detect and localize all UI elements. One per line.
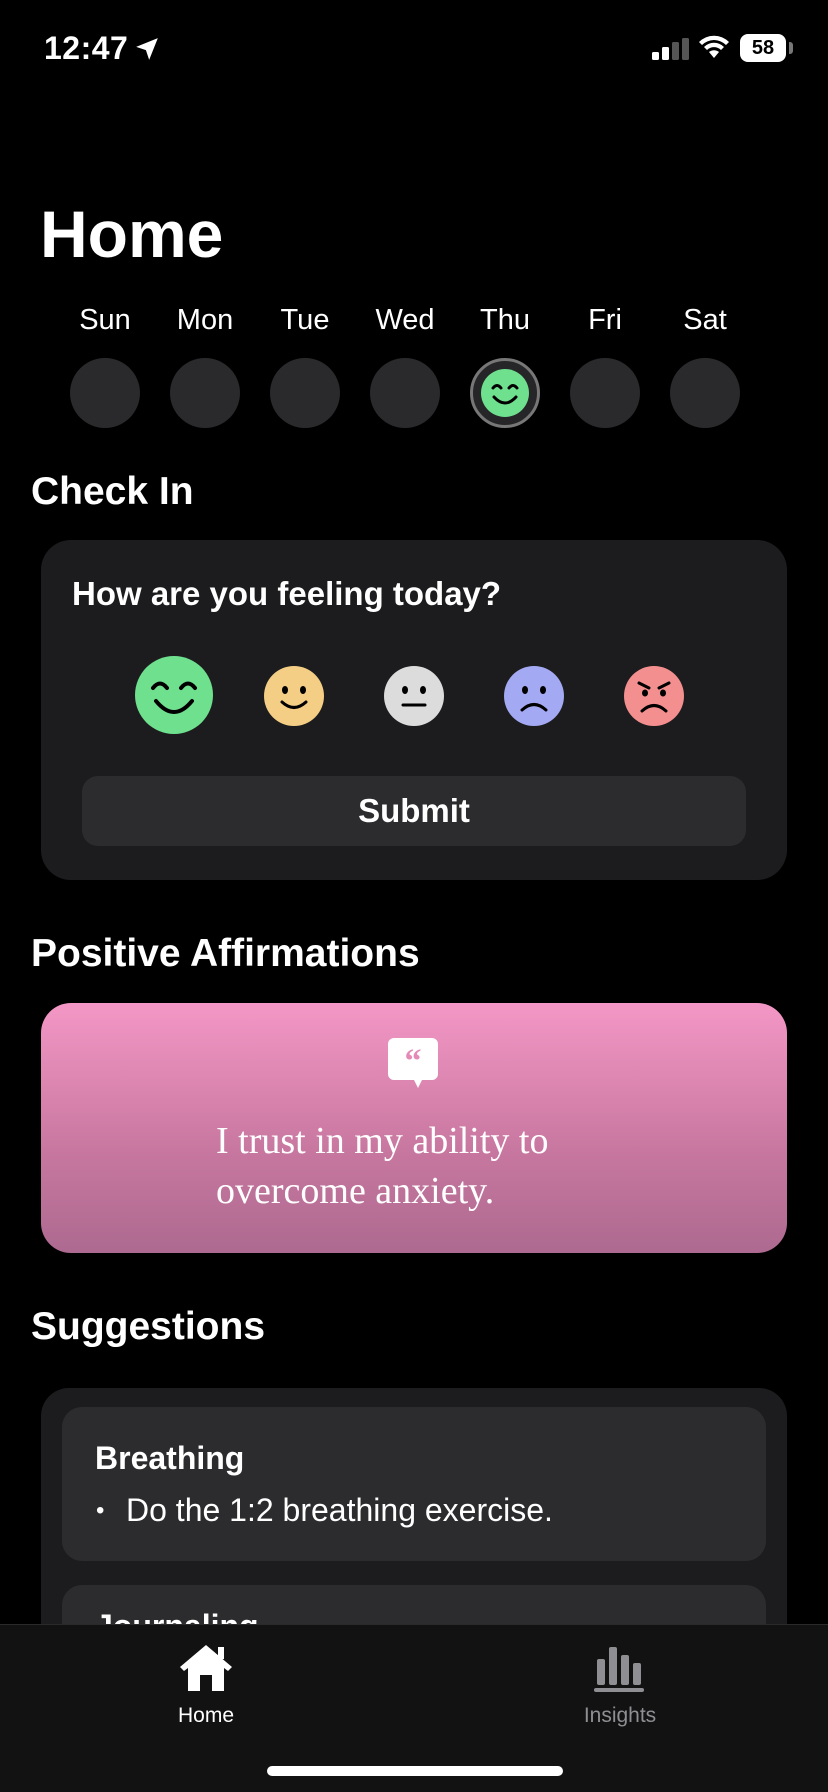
home-indicator xyxy=(267,1766,563,1776)
day-label: Tue xyxy=(280,304,330,336)
tab-home[interactable]: Home xyxy=(116,1643,296,1728)
day-tue[interactable]: Tue xyxy=(255,300,355,428)
day-fri[interactable]: Fri xyxy=(555,300,655,428)
quote-bubble-icon: “ xyxy=(388,1038,438,1088)
happy-mood-icon[interactable] xyxy=(134,655,214,735)
day-sun[interactable]: Sun xyxy=(55,300,155,428)
day-sat[interactable]: Sat xyxy=(655,300,755,428)
day-label: Mon xyxy=(176,304,234,336)
suggestion-bullet: • Do the 1:2 breathing exercise. xyxy=(96,1492,553,1529)
tab-home-label: Home xyxy=(177,1704,235,1727)
day-circle xyxy=(570,358,640,428)
day-circle-selected xyxy=(470,358,540,428)
neutral-mood-icon[interactable] xyxy=(383,665,445,727)
happy-face-icon xyxy=(481,369,529,417)
week-mood-row: Sun Mon Tue Wed Thu Fri Sat xyxy=(55,300,755,440)
check-in-question: How are you feeling today? xyxy=(72,575,502,612)
day-mon[interactable]: Mon xyxy=(155,300,255,428)
day-label: Thu xyxy=(480,304,530,336)
tab-insights-label: Insights xyxy=(583,1704,657,1727)
suggestion-title: Breathing xyxy=(95,1440,245,1476)
status-bar: 12:47 58 xyxy=(0,0,828,100)
cellular-signal-icon xyxy=(652,38,689,60)
day-label: Sun xyxy=(79,304,131,336)
wifi-icon xyxy=(699,35,729,58)
tab-insights[interactable]: Insights xyxy=(530,1643,710,1728)
status-time: 12:47 xyxy=(44,30,129,66)
location-arrow-icon xyxy=(136,38,158,60)
battery-indicator: 58 xyxy=(740,34,786,62)
submit-button[interactable]: Submit xyxy=(82,776,746,846)
content-mood-icon[interactable] xyxy=(263,665,325,727)
day-label: Sat xyxy=(683,304,727,336)
day-circle xyxy=(670,358,740,428)
day-wed[interactable]: Wed xyxy=(355,300,455,428)
suggestions-title: Suggestions xyxy=(31,1305,266,1348)
sad-mood-icon[interactable] xyxy=(503,665,565,727)
suggestion-card-breathing[interactable] xyxy=(62,1407,766,1561)
affirmations-title: Positive Affirmations xyxy=(31,932,420,975)
battery-tip xyxy=(789,42,793,54)
angry-mood-icon[interactable] xyxy=(623,665,685,727)
day-circle xyxy=(270,358,340,428)
day-circle xyxy=(70,358,140,428)
suggestion-bullet-text: Do the 1:2 breathing exercise. xyxy=(126,1492,553,1528)
chart-bars-icon xyxy=(594,1647,644,1692)
check-in-title: Check In xyxy=(31,470,194,513)
affirmation-text: I trust in my ability to overcome anxiet… xyxy=(216,1120,549,1212)
day-label: Wed xyxy=(375,304,435,336)
page-title: Home xyxy=(40,197,224,271)
day-label: Fri xyxy=(588,304,622,336)
bullet-dot-icon: • xyxy=(96,1497,105,1524)
svg-text:“: “ xyxy=(405,1043,422,1080)
day-circle xyxy=(370,358,440,428)
day-thu[interactable]: Thu xyxy=(455,300,555,428)
home-icon xyxy=(180,1645,232,1691)
day-circle xyxy=(170,358,240,428)
